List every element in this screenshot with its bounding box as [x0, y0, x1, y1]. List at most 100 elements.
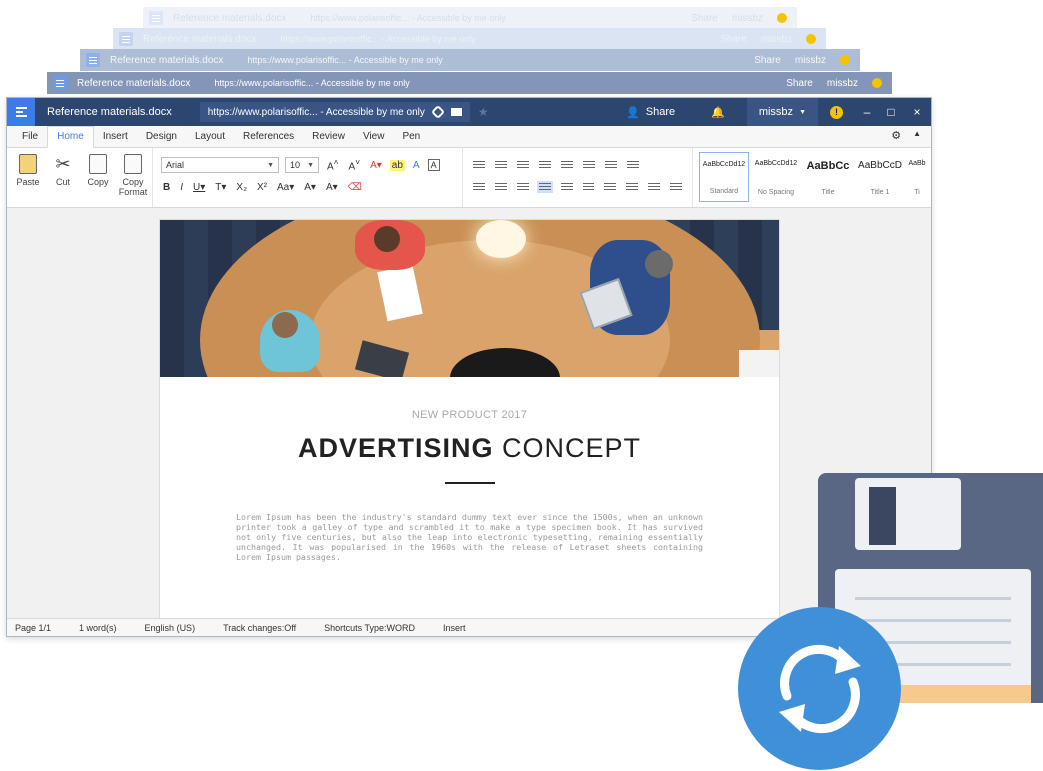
style-name: Ti [914, 189, 920, 196]
minimize-button[interactable]: – [855, 105, 879, 119]
tab-pen[interactable]: Pen [393, 127, 429, 147]
align-left-icon[interactable] [471, 181, 487, 193]
grow-font-icon[interactable]: A˄ [325, 157, 341, 172]
tab-review[interactable]: Review [303, 127, 354, 147]
editor-window: Reference materials.docx https://www.pol… [6, 97, 932, 637]
paragraph-spacing-icon[interactable] [624, 181, 640, 193]
char-border-icon[interactable]: A [427, 159, 440, 171]
close-button[interactable]: × [903, 105, 931, 119]
multilevel-icon[interactable] [515, 159, 531, 171]
share-button[interactable]: 👤 Share [612, 106, 689, 119]
copy-label: Copy [87, 177, 109, 187]
link-icon[interactable] [430, 104, 445, 120]
bold-icon[interactable]: B [161, 182, 172, 193]
tab-view[interactable]: View [354, 127, 394, 147]
line-spacing-icon[interactable] [602, 181, 618, 193]
borders-icon[interactable] [603, 159, 619, 171]
text-effect-icon[interactable]: A [411, 160, 422, 171]
document-page[interactable]: NEW PRODUCT 2017 ADVERTISING CONCEPT Lor… [159, 219, 780, 618]
app-menu-icon[interactable] [7, 98, 35, 126]
ghost-title: Reference materials.docx [143, 33, 257, 45]
shrink-font-icon[interactable]: A˅ [347, 157, 363, 172]
ghost-user: missbz [760, 33, 792, 45]
style-name: No Spacing [757, 189, 795, 196]
copy-format-button[interactable]: Copy Format [118, 154, 148, 207]
char-shade-icon[interactable]: A▾ [324, 182, 340, 193]
copy-button[interactable]: Copy [83, 154, 113, 207]
ghost-url: https://www.polarisoffic... - Accessible… [280, 34, 476, 44]
paste-button[interactable]: Paste [13, 154, 43, 207]
paragraph-group [463, 148, 693, 207]
superscript-icon[interactable]: X² [255, 182, 269, 193]
style-standard[interactable]: AaBbCcDd12 Standard [699, 152, 749, 202]
font-group: Arial ▼ 10 ▼ A˄ A˅ A▾ ab A A B I U▾ T▾ X… [153, 148, 463, 207]
font-family-select[interactable]: Arial ▼ [161, 157, 279, 173]
star-icon[interactable]: ★ [478, 105, 489, 119]
outdent-icon[interactable] [668, 181, 684, 193]
bullets-icon[interactable] [471, 159, 487, 171]
share-url-box[interactable]: https://www.polarisoffic... - Accessible… [199, 102, 470, 122]
tab-layout[interactable]: Layout [186, 127, 234, 147]
char-spacing-icon[interactable]: A▾ [302, 182, 318, 193]
change-case-icon[interactable]: Aa▾ [275, 182, 296, 193]
ribbon-tabs: File Home Insert Design Layout Reference… [7, 126, 931, 148]
status-language[interactable]: English (US) [145, 623, 196, 633]
justify-icon[interactable] [536, 181, 553, 193]
tab-insert[interactable]: Insert [94, 127, 137, 147]
decrease-indent-icon[interactable] [537, 159, 553, 171]
style-title[interactable]: AaBbCc Title [803, 152, 853, 202]
style-more[interactable]: AaBb Ti [907, 152, 927, 202]
ghost-window-1: Reference materials.docx https://www.pol… [47, 72, 892, 94]
highlight-icon[interactable]: ab [389, 159, 405, 171]
collapse-ribbon-icon[interactable]: ▲ [913, 129, 921, 142]
ghost-title: Reference materials.docx [110, 54, 224, 66]
title-bar: Reference materials.docx https://www.pol… [7, 98, 931, 126]
ghost-window-3: Reference materials.docx https://www.pol… [113, 28, 826, 50]
style-title-1[interactable]: AaBbCcD Title 1 [855, 152, 905, 202]
italic-icon[interactable]: I [178, 182, 185, 193]
status-words: 1 word(s) [79, 622, 117, 633]
shading-icon[interactable] [581, 159, 597, 171]
font-size-select[interactable]: 10 ▼ [285, 157, 319, 173]
sort-icon[interactable] [625, 159, 641, 171]
clear-format-icon[interactable]: ⌫ [346, 182, 364, 193]
tab-file[interactable]: File [13, 127, 47, 147]
tab-design[interactable]: Design [137, 127, 186, 147]
style-name: Standard [709, 188, 739, 195]
mail-icon[interactable] [450, 108, 462, 116]
font-color-icon[interactable]: A▾ [368, 160, 384, 171]
numbering-icon[interactable] [493, 159, 509, 171]
document-canvas[interactable]: NEW PRODUCT 2017 ADVERTISING CONCEPT Lor… [7, 209, 931, 618]
style-no-spacing[interactable]: AaBbCcDd12 No Spacing [751, 152, 801, 202]
bell-icon[interactable]: 🔔 [689, 106, 747, 119]
indent-icon[interactable] [646, 181, 662, 193]
strikethrough-icon[interactable]: T▾ [213, 182, 228, 193]
title-divider [444, 482, 495, 484]
notice-icon[interactable]: ! [830, 105, 843, 119]
notice-icon [840, 55, 850, 65]
tab-references[interactable]: References [234, 127, 303, 147]
ghost-title: Reference materials.docx [173, 12, 287, 24]
share-url: https://www.polarisoffic... - Accessible… [207, 106, 425, 118]
gear-icon[interactable]: ⚙ [891, 129, 901, 142]
status-track[interactable]: Track changes:Off [223, 623, 296, 633]
increase-indent-icon[interactable] [559, 159, 575, 171]
cut-button[interactable]: ✂ Cut [48, 154, 78, 207]
columns-icon[interactable] [581, 181, 597, 193]
user-menu[interactable]: missbz ▼ [746, 98, 818, 126]
document-name: Reference materials.docx [47, 106, 172, 118]
subscript-icon[interactable]: X₂ [234, 182, 249, 193]
align-center-icon[interactable] [493, 181, 509, 193]
underline-icon[interactable]: U▾ [191, 182, 207, 193]
document-body: Lorem Ipsum has been the industry's stan… [236, 512, 703, 562]
status-mode[interactable]: Insert [443, 623, 466, 633]
chevron-down-icon: ▼ [267, 161, 274, 169]
distribute-icon[interactable] [559, 181, 575, 193]
align-right-icon[interactable] [515, 181, 531, 193]
maximize-button[interactable]: □ [879, 105, 903, 119]
tab-home[interactable]: Home [47, 126, 94, 148]
ghost-share: Share [754, 54, 781, 66]
chevron-down-icon: ▼ [799, 108, 806, 116]
style-preview: AaBbCc [806, 160, 850, 172]
status-shortcuts[interactable]: Shortcuts Type:WORD [324, 623, 415, 633]
